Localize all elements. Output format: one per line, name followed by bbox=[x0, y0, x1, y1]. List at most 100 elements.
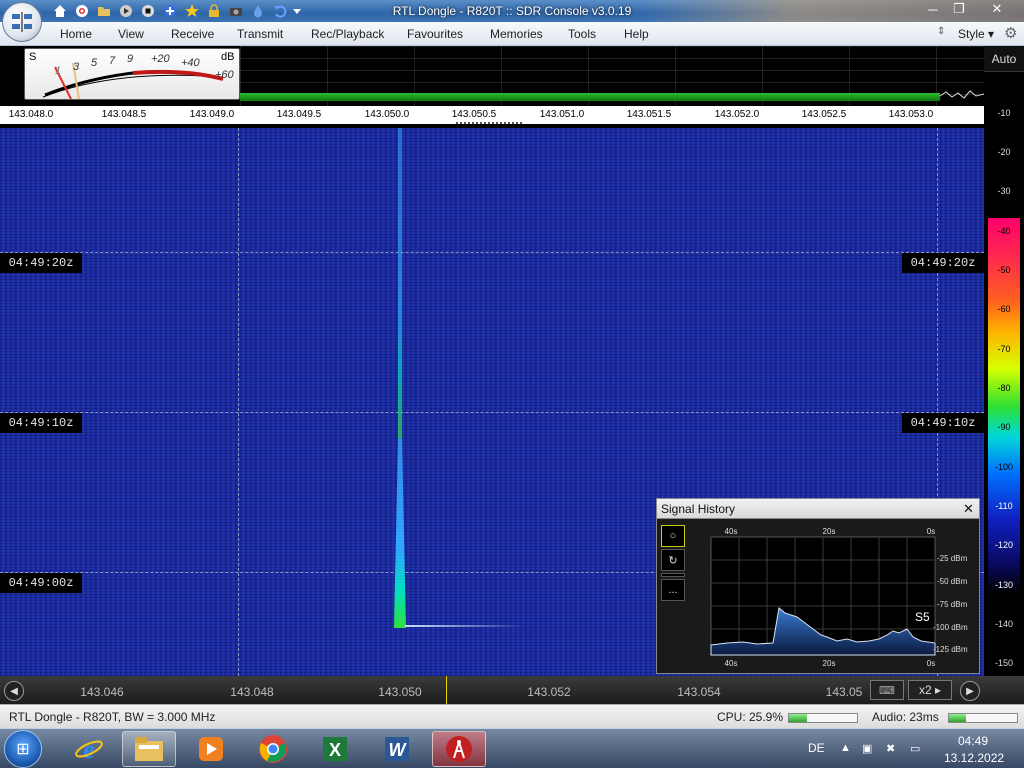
s-meter-mark: +20 bbox=[151, 53, 170, 65]
show-hidden-icons-icon[interactable]: ▲ bbox=[840, 742, 851, 754]
undo-icon[interactable] bbox=[272, 3, 288, 19]
status-bar: RTL Dongle - R820T, BW = 3.000 MHz CPU: … bbox=[0, 704, 1024, 728]
star-icon[interactable] bbox=[184, 3, 200, 19]
tray-app-icon[interactable]: ▣ bbox=[862, 742, 872, 755]
file-explorer-icon[interactable] bbox=[122, 731, 176, 767]
chrome-icon[interactable] bbox=[246, 731, 300, 767]
lifebuoy-icon[interactable] bbox=[74, 3, 90, 19]
signal-trace bbox=[394, 128, 406, 628]
db-tick: -120 bbox=[994, 540, 1013, 550]
db-tick: -110 bbox=[995, 501, 1013, 511]
play-icon[interactable] bbox=[118, 3, 134, 19]
db-tick: -100 bbox=[994, 462, 1013, 472]
spectrum-noise bbox=[939, 90, 984, 99]
start-button[interactable]: ⊞ bbox=[4, 730, 42, 768]
freq-tick: 143.048.5 bbox=[101, 109, 147, 120]
sh-x-label: 40s bbox=[725, 659, 738, 668]
clock-time[interactable]: 04:49 bbox=[958, 734, 988, 748]
s-meter-mark: 7 bbox=[109, 55, 116, 67]
language-indicator[interactable]: DE bbox=[808, 741, 825, 755]
audio-meter-fill bbox=[949, 714, 966, 722]
freq-tick-bottom: 143.05 bbox=[825, 685, 863, 699]
folder-icon[interactable] bbox=[96, 3, 112, 19]
scroll-left-icon[interactable]: ◀ bbox=[4, 681, 24, 701]
lock-icon[interactable] bbox=[206, 3, 222, 19]
menu-receive[interactable]: Receive bbox=[171, 27, 214, 41]
menu-rec-playback[interactable]: Rec/Playback bbox=[311, 27, 384, 41]
style-menu[interactable]: Style ▾ bbox=[958, 27, 994, 41]
db-tick: -40 bbox=[997, 226, 1011, 236]
time-label-left: 04:49:10z bbox=[0, 413, 82, 433]
network-icon[interactable]: ✖ bbox=[886, 742, 895, 755]
menu-view[interactable]: View bbox=[118, 27, 144, 41]
device-status: RTL Dongle - R820T, BW = 3.000 MHz bbox=[9, 710, 216, 724]
media-player-icon[interactable] bbox=[184, 731, 238, 767]
s-meter-db-label: dB bbox=[221, 51, 235, 63]
cpu-meter bbox=[788, 713, 858, 723]
signal-history-titlebar[interactable]: Signal History ✕ bbox=[657, 499, 979, 519]
menu-tools[interactable]: Tools bbox=[568, 27, 596, 41]
db-tick: -90 bbox=[997, 422, 1011, 432]
signal-history-chart: 40s 20s 0s 40s 20s 0s -25 dBm -50 dBm -7… bbox=[710, 527, 968, 668]
svg-text:X: X bbox=[329, 740, 341, 760]
sdr-console-icon[interactable] bbox=[432, 731, 486, 767]
db-tick: -80 bbox=[997, 383, 1011, 393]
keyboard-icon[interactable]: ⌨ bbox=[870, 680, 904, 700]
sh-more-button[interactable]: ... bbox=[661, 579, 685, 601]
freq-tick: 143.049.5 bbox=[276, 109, 322, 120]
sh-y-label: -100 dBm bbox=[933, 623, 968, 632]
filter-drag-handle[interactable] bbox=[456, 122, 522, 125]
s-meter-mark: +60 bbox=[215, 69, 234, 81]
word-icon[interactable]: W bbox=[370, 731, 424, 767]
db-tick: -60 bbox=[997, 304, 1011, 314]
freq-tick-bottom: 143.054 bbox=[677, 685, 721, 699]
db-tick: -130 bbox=[994, 580, 1013, 590]
audio-label: Audio: 23ms bbox=[872, 710, 939, 724]
freq-tick: 143.050.5 bbox=[451, 109, 497, 120]
menu-help[interactable]: Help bbox=[624, 27, 649, 41]
add-icon[interactable] bbox=[162, 3, 178, 19]
freq-tick-bottom: 143.052 bbox=[527, 685, 571, 699]
frequency-scale-top[interactable]: 143.048.0 143.048.5 143.049.0 143.049.5 … bbox=[0, 106, 984, 126]
cpu-meter-fill bbox=[789, 714, 807, 722]
auto-scale-button[interactable]: Auto bbox=[984, 46, 1024, 72]
camera-icon[interactable] bbox=[228, 3, 244, 19]
tuning-marker[interactable] bbox=[446, 676, 447, 704]
scroll-right-icon[interactable]: ▶ bbox=[960, 681, 980, 701]
menu-favourites[interactable]: Favourites bbox=[407, 27, 463, 41]
internet-explorer-icon[interactable]: e bbox=[62, 731, 116, 767]
style-spin-icon[interactable]: ⇕ bbox=[937, 26, 945, 37]
gear-icon[interactable]: ⚙ bbox=[1004, 24, 1022, 42]
sh-record-button[interactable]: ○ bbox=[661, 525, 685, 547]
signal-history-title: Signal History bbox=[661, 502, 736, 516]
menu-home[interactable]: Home bbox=[60, 27, 92, 41]
close-icon[interactable]: ✕ bbox=[963, 501, 974, 517]
freq-tick-bottom: 143.050 bbox=[378, 685, 422, 699]
sh-reset-button[interactable]: ↻ bbox=[661, 549, 685, 571]
home-icon[interactable] bbox=[52, 3, 68, 19]
menu-transmit[interactable]: Transmit bbox=[237, 27, 283, 41]
minimize-button[interactable]: ─ bbox=[920, 0, 946, 18]
freq-tick: 143.052.5 bbox=[801, 109, 847, 120]
app-menu-orb[interactable] bbox=[2, 2, 42, 42]
cpu-label: CPU: 25.9% bbox=[717, 710, 784, 724]
customize-icon[interactable] bbox=[292, 3, 302, 19]
db-tick: -150 bbox=[994, 658, 1013, 668]
clock-date[interactable]: 13.12.2022 bbox=[944, 751, 1004, 765]
freq-tick-bottom: 143.048 bbox=[230, 685, 274, 699]
signal-history-panel: Signal History ✕ ○ ↻ ... 40s 20s 0s 40s … bbox=[656, 498, 980, 674]
restore-button[interactable]: ❐ bbox=[946, 0, 972, 18]
close-button[interactable]: ✕ bbox=[984, 0, 1010, 18]
zoom-button[interactable]: x2 ▸ bbox=[908, 680, 952, 700]
drop-icon[interactable] bbox=[250, 3, 266, 19]
sh-y-label: -125 dBm bbox=[933, 645, 968, 654]
time-label-right: 04:49:10z bbox=[902, 413, 984, 433]
sh-y-label: -25 dBm bbox=[937, 554, 968, 563]
freq-tick: 143.049.0 bbox=[189, 109, 235, 120]
taskbar: ⊞ e X W DE ▲ ▣ ✖ ▭ 04:49 13.12.2022 bbox=[0, 728, 1024, 768]
menu-memories[interactable]: Memories bbox=[490, 27, 543, 41]
excel-icon[interactable]: X bbox=[308, 731, 362, 767]
svg-text:W: W bbox=[389, 740, 408, 760]
display-icon[interactable]: ▭ bbox=[910, 742, 920, 755]
stop-icon[interactable] bbox=[140, 3, 156, 19]
